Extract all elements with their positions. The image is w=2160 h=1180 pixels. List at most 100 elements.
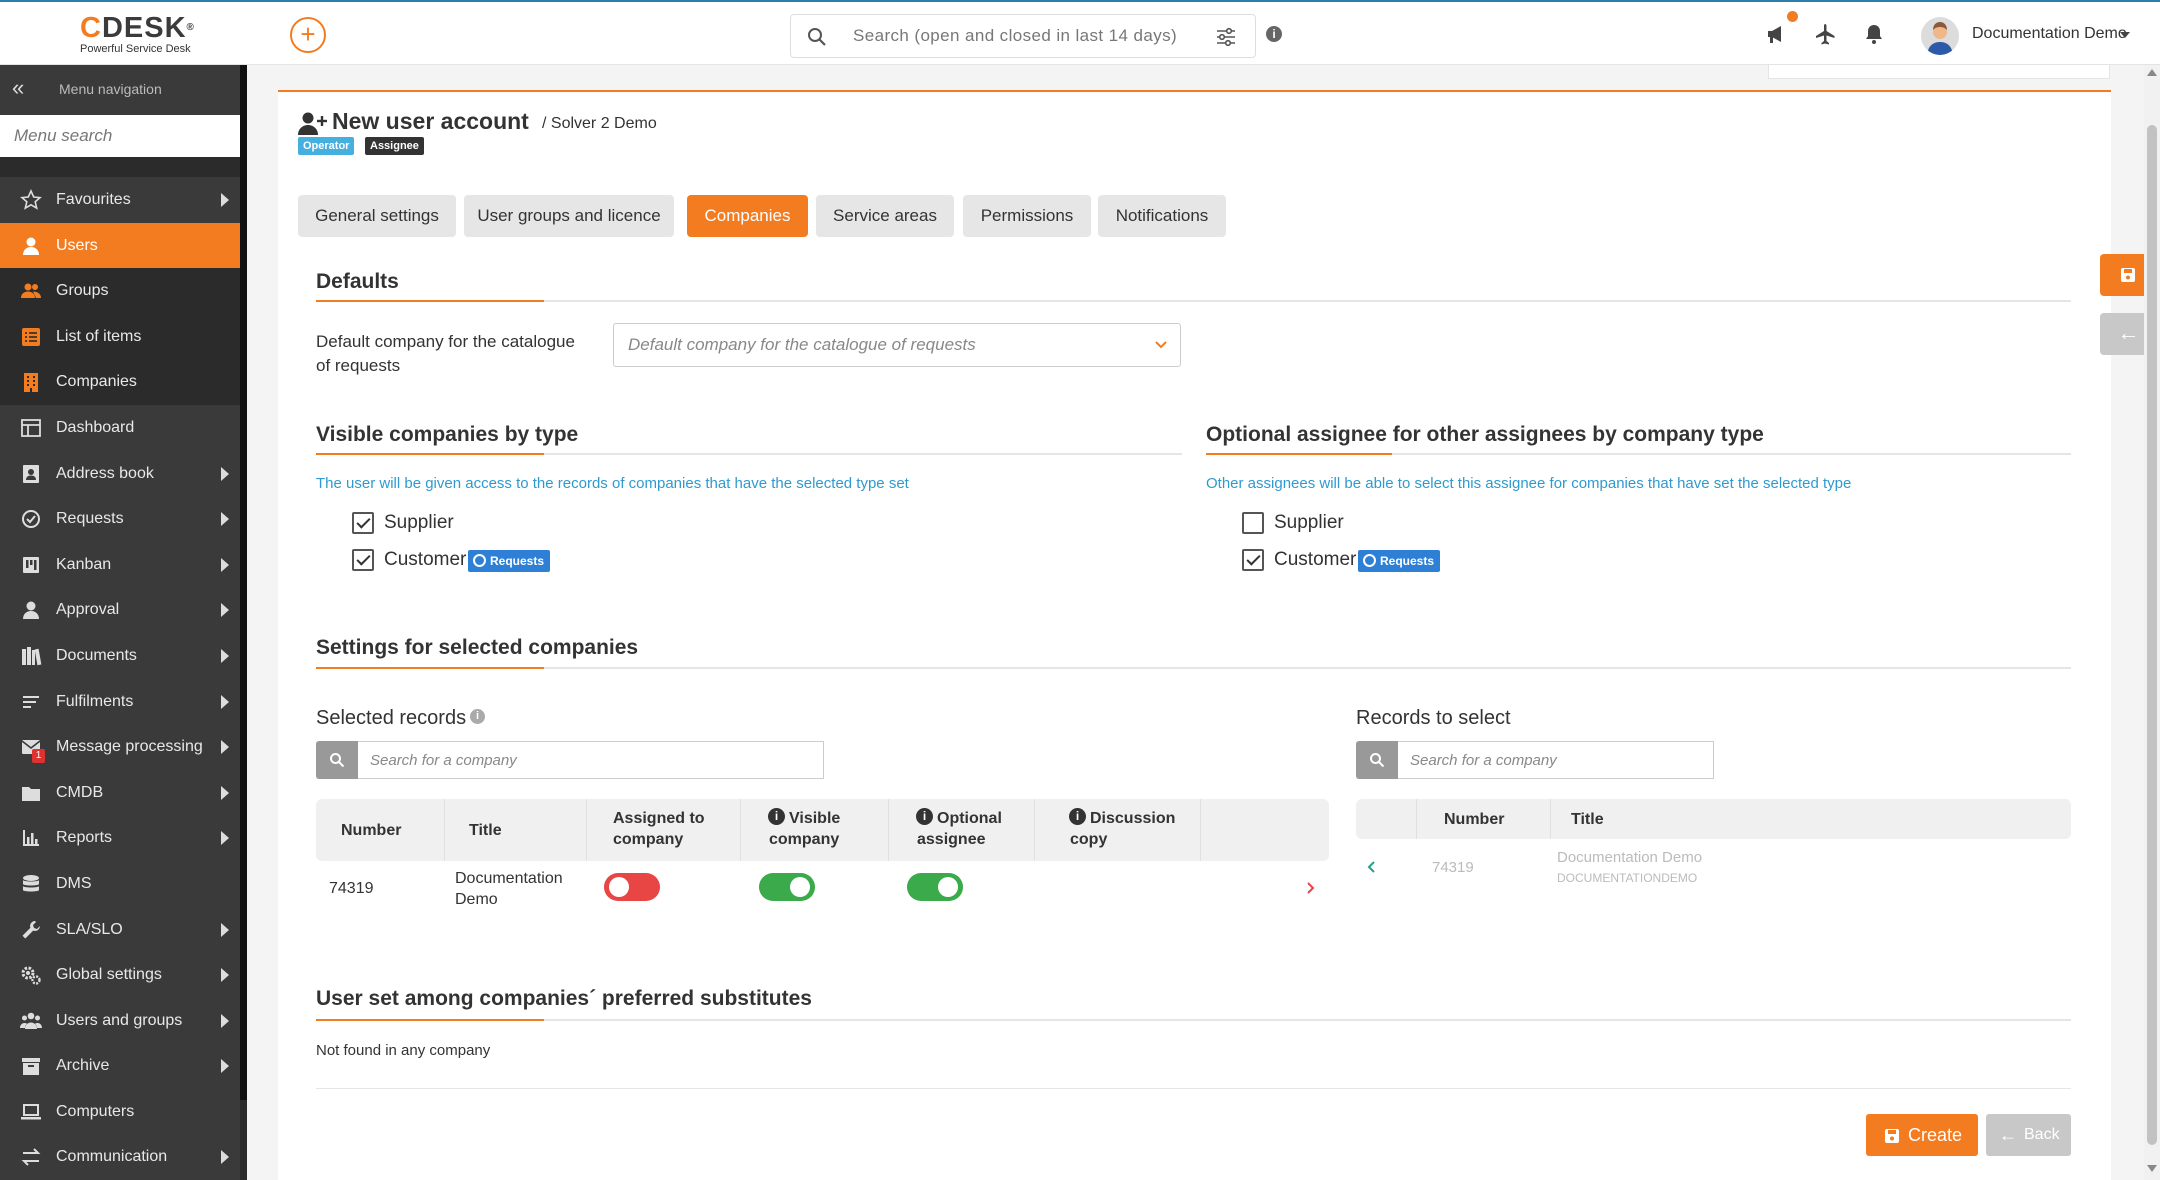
sidebar-item-communication[interactable]: Communication [0,1134,240,1180]
tab-service-areas[interactable]: Service areas [816,195,954,237]
default-company-placeholder: Default company for the catalogue of req… [628,335,976,354]
megaphone-icon[interactable] [1765,23,1787,45]
sidebar-item-users-and-groups[interactable]: Users and groups [0,997,240,1044]
tab-general-settings[interactable]: General settings [298,195,456,237]
sidebar-item-archive[interactable]: Archive [0,1043,240,1089]
chevron-right-icon[interactable] [1306,881,1316,895]
sidebar-item-favourites[interactable]: Favourites [0,177,240,223]
visible-company-toggle[interactable] [759,873,815,901]
column-title[interactable]: Title [1571,809,1604,830]
scroll-thumb[interactable] [2147,125,2157,1145]
menu-navigation-toggle[interactable]: « Menu navigation [0,65,240,115]
tab-permissions[interactable]: Permissions [963,195,1091,237]
sidebar-item-kanban[interactable]: Kanban [0,541,240,588]
fulfilments-icon [23,695,39,708]
selected-company-search-input[interactable] [358,741,824,779]
sidebar-item-requests[interactable]: Requests [0,496,240,542]
sidebar-item-cmdb[interactable]: CMDB [0,769,240,816]
selected-company-search[interactable] [316,741,824,779]
sidebar-item-approval[interactable]: Approval [0,587,240,633]
optional-assignee-toggle[interactable] [907,873,963,901]
avatar[interactable] [1921,17,1959,55]
notification-dot [1787,11,1798,22]
sidebar-item-dms[interactable]: DMS [0,860,240,907]
default-company-select[interactable]: Default company for the catalogue of req… [613,323,1181,367]
sidebar-scrollbar[interactable] [240,65,247,1100]
chevron-down-icon[interactable] [2120,32,2130,38]
bell-icon[interactable] [1863,23,1885,45]
substitutes-text: Not found in any company [316,1042,491,1059]
back-button[interactable]: ← Back [1986,1114,2071,1156]
filter-settings-icon[interactable] [1216,27,1236,47]
user-name[interactable]: Documentation Demo [1972,25,2127,43]
sidebar-item-fulfilments[interactable]: Fulfilments [0,678,240,725]
search-button[interactable] [1356,741,1398,779]
sidebar-item-global-settings[interactable]: Global settings [0,952,240,998]
scroll-up-icon[interactable] [2147,69,2157,76]
add-new-button[interactable]: + [290,17,326,53]
sidebar-item-companies[interactable]: Companies [0,359,240,405]
requests-badge: Requests [468,550,551,572]
record-code: DOCUMENTATIONDEMO [1557,871,1698,885]
page-scrollbar[interactable] [2144,65,2160,1180]
breadcrumb [1768,65,2110,79]
sidebar-item-computers[interactable]: Computers [0,1088,240,1135]
logo[interactable]: CDESK® Powerful Service Desk [80,14,195,56]
chevron-left-icon[interactable] [1366,860,1376,874]
unread-badge: 1 [32,749,45,764]
submenu-arrow-icon [221,1150,229,1165]
column-title[interactable]: Title [469,820,502,841]
sidebar-item-documents[interactable]: Documents [0,632,240,679]
menu-search-input[interactable] [0,115,240,157]
optional-assignee-heading: Optional assignee for other assignees by… [1206,423,1764,446]
global-search-input[interactable] [853,24,1183,48]
sidebar-item-dashboard[interactable]: Dashboard [0,404,240,451]
tab-companies[interactable]: Companies [687,195,808,237]
records-to-select-heading: Records to select [1356,707,1511,729]
global-search[interactable] [790,14,1256,58]
column-number[interactable]: Number [1444,809,1504,830]
collapse-menu-icon[interactable]: « [12,77,24,99]
defaults-heading: Defaults [316,270,399,293]
column-number[interactable]: Number [341,820,401,841]
chevron-down-icon [1155,341,1167,349]
main-panel [278,90,2111,1180]
submenu-arrow-icon [221,922,229,937]
info-icon[interactable]: i [470,709,485,724]
substitutes-heading: User set among companies´ preferred subs… [316,987,812,1010]
sidebar-item-list-of-items[interactable]: List of items [0,314,240,360]
sidebar-item-groups[interactable]: Groups [0,268,240,314]
address-book-icon [23,464,39,483]
search-button[interactable] [316,741,358,779]
assigned-to-company-toggle[interactable] [604,873,660,901]
sidebar-item-message-processing[interactable]: 1 Message processing [0,724,240,770]
record-title: Documentation Demo [1557,849,1703,866]
tab-user-groups-and-licence[interactable]: User groups and licence [464,195,674,237]
requests-icon [473,554,486,567]
submenu-arrow-icon [221,512,229,527]
sidebar-item-sla-slo[interactable]: SLA/SLO [0,906,240,953]
tag-operator: Operator [298,137,355,155]
optional-assignee-divider [1206,453,2071,455]
submenu-arrow-icon [221,694,229,709]
create-button[interactable]: Create [1866,1114,1978,1156]
submenu-arrow-icon [221,785,229,800]
airplane-icon[interactable] [1814,23,1836,45]
sidebar-item-address-book[interactable]: Address book [0,450,240,497]
checkbox-checked[interactable] [1242,549,1264,571]
approval-icon [23,601,39,620]
submenu-arrow-icon [221,648,229,663]
submenu-arrow-icon [221,557,229,572]
sidebar-item-reports[interactable]: Reports [0,815,240,861]
scroll-down-icon[interactable] [2147,1165,2157,1172]
checkbox-checked[interactable] [352,549,374,571]
page-subtitle: / Solver 2 Demo [542,115,657,132]
submenu-arrow-icon [221,740,229,755]
available-company-search-input[interactable] [1398,741,1714,779]
tab-notifications[interactable]: Notifications [1098,195,1226,237]
sidebar-item-users[interactable]: Users [0,222,240,269]
search-info-icon[interactable]: i [1266,26,1282,42]
checkbox-checked[interactable] [352,512,374,534]
available-company-search[interactable] [1356,741,1714,779]
checkbox-unchecked[interactable] [1242,512,1264,534]
